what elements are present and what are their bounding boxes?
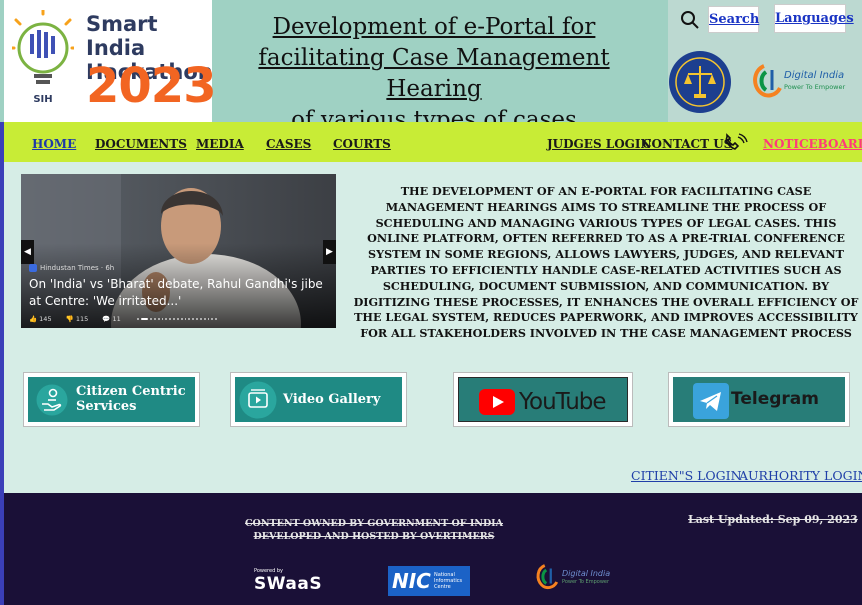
- nav-judges-login[interactable]: JUDGES LOGIN: [547, 137, 652, 151]
- digital-india-tagline: Power To Empower: [784, 83, 846, 91]
- youtube-card[interactable]: YouTube: [453, 372, 633, 427]
- likes-count: 👍 145: [29, 315, 52, 323]
- authority-login-link[interactable]: AURHORITY LOGIN: [739, 468, 862, 483]
- news-carousel[interactable]: ◀ ▶ Hindustan Times · 6h On 'India' vs '…: [21, 174, 336, 328]
- footer-digital-india-logo[interactable]: Digital India Power To Empower: [534, 561, 610, 591]
- telegram-logo: [693, 383, 729, 419]
- next-arrow-icon[interactable]: ▶: [323, 240, 336, 264]
- site-footer: CONTENT OWNED BY GOVERNMENT OF INDIA DEV…: [4, 493, 862, 605]
- sih-year: 2023: [86, 58, 217, 114]
- news-stats: 👍 145 👎 115 💬 11: [29, 315, 133, 323]
- footer-digital-india-tagline: Power To Empower: [562, 579, 610, 585]
- nic-subtext: National Informatics Centre: [434, 572, 463, 590]
- dislikes-count: 👎 115: [65, 315, 89, 323]
- last-updated-text: Last Updated: Sep 09, 2023: [688, 513, 858, 526]
- telegram-label: Telegram: [731, 389, 819, 409]
- nav-cases[interactable]: CASES: [266, 137, 311, 151]
- footer-developed-text: DEVELOPED AND HOSTED BY OVERTIMERS: [253, 531, 495, 542]
- nav-media[interactable]: MEDIA: [196, 137, 244, 151]
- languages-button[interactable]: Languages: [774, 4, 854, 33]
- search-button[interactable]: Search: [708, 6, 759, 33]
- digital-india-logo: Digital India Power To Empower: [750, 60, 850, 104]
- bulb-icon: SIH: [12, 10, 74, 105]
- nav-contact-us[interactable]: CONTACT US: [642, 137, 732, 151]
- page-title: Development of e-Portal for facilitating…: [214, 12, 654, 136]
- telegram-card[interactable]: Telegram: [668, 372, 850, 427]
- citizen-card-line1: Citizen Centric: [76, 384, 186, 399]
- main-navigation: HOME DOCUMENTS MEDIA CASES COURTS JUDGES…: [4, 122, 862, 162]
- phone-icon[interactable]: [723, 133, 749, 153]
- news-source: Hindustan Times · 6h: [29, 264, 114, 272]
- nav-noticeboard[interactable]: NOTICEBOARD: [763, 137, 862, 151]
- prev-arrow-icon[interactable]: ◀: [21, 240, 34, 264]
- footer-digital-india-mark-icon: [536, 564, 559, 590]
- title-line-2: facilitating Case Management Hearing: [258, 45, 610, 102]
- citizen-card-label: Citizen Centric Services: [76, 384, 186, 414]
- video-gallery-label: Video Gallery: [283, 392, 381, 407]
- citizen-card-line2: Services: [76, 399, 137, 414]
- citizen-centric-services-card[interactable]: Citizen Centric Services: [23, 372, 200, 427]
- search-icon[interactable]: [680, 10, 700, 30]
- comments-count: 💬 11: [102, 315, 121, 323]
- portal-description: THE DEVELOPMENT OF AN E-PORTAL FOR FACIL…: [353, 184, 859, 341]
- nic-text: NIC: [392, 569, 431, 593]
- news-headline[interactable]: On 'India' vs 'Bharat' debate, Rahul Gan…: [29, 276, 329, 310]
- footer-owned-text: CONTENT OWNED BY GOVERNMENT OF INDIA: [245, 518, 503, 529]
- sih-badge-text: SIH: [33, 94, 52, 105]
- nav-documents[interactable]: DOCUMENTS: [95, 137, 187, 151]
- footer-digital-india-text: Digital India: [562, 569, 611, 578]
- youtube-logo: [479, 389, 515, 415]
- carousel-indicators[interactable]: [137, 318, 218, 322]
- video-gallery-card[interactable]: Video Gallery: [230, 372, 407, 427]
- video-play-icon: [239, 381, 277, 419]
- citizen-login-link[interactable]: CITIEN"S LOGIN: [631, 468, 742, 483]
- ecourts-emblem-icon: [669, 51, 731, 113]
- nav-home[interactable]: HOME: [32, 137, 76, 151]
- title-line-1: Development of e-Portal for: [272, 14, 596, 40]
- site-header: SIH Smart India Hackathon 2023 Developme…: [0, 0, 862, 133]
- sih-title-line1: Smart India: [86, 12, 158, 60]
- youtube-label: YouTube: [519, 389, 607, 415]
- swaas-text: SWaaS: [254, 574, 323, 594]
- swaas-logo[interactable]: Powered by SWaaS: [254, 568, 328, 596]
- digital-india-text: Digital India: [784, 70, 845, 81]
- sih-logo[interactable]: SIH Smart India Hackathon 2023: [4, 0, 217, 122]
- nic-logo[interactable]: NIC National Informatics Centre: [388, 566, 470, 596]
- digital-india-mark-icon: [753, 64, 782, 98]
- citizen-hand-icon: [36, 384, 68, 416]
- nav-courts[interactable]: COURTS: [333, 137, 391, 151]
